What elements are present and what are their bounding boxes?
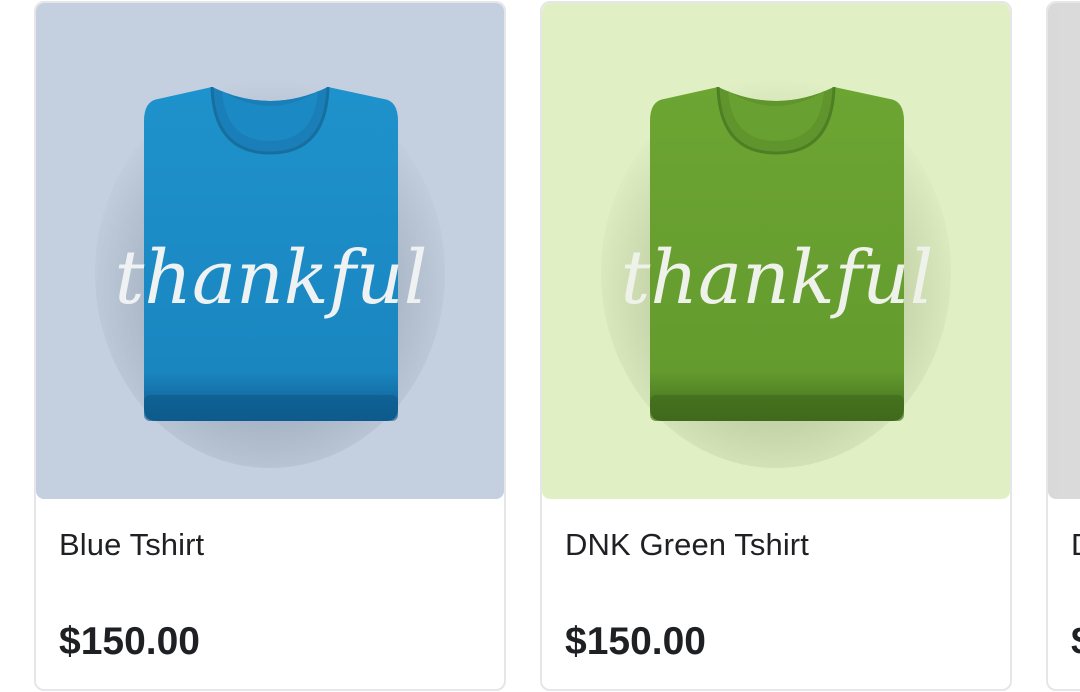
print-text: thankful: [621, 235, 934, 321]
product-title[interactable]: Blue Tshirt: [59, 527, 204, 563]
product-image[interactable]: [1048, 3, 1080, 499]
product-price: $150.00: [565, 620, 706, 663]
product-card-dnk-green-tshirt[interactable]: thankful DNK Green Tshirt $150.00: [540, 1, 1012, 691]
image-background: [1048, 3, 1080, 499]
folded-tshirt-image: thankful: [542, 3, 1010, 499]
product-image-placeholder: [1048, 3, 1080, 499]
product-grid: thankful Blue Tshirt $150.00 thankful DN…: [0, 0, 1080, 692]
product-title[interactable]: D: [1071, 527, 1080, 563]
product-price: $150.00: [59, 620, 200, 663]
product-card-blue-tshirt[interactable]: thankful Blue Tshirt $150.00: [34, 1, 506, 691]
product-title[interactable]: DNK Green Tshirt: [565, 527, 809, 563]
product-image[interactable]: thankful: [542, 3, 1010, 499]
folded-tshirt-image: thankful: [36, 3, 504, 499]
product-card-partial[interactable]: D $: [1046, 1, 1080, 691]
print-text: thankful: [115, 235, 428, 321]
product-image[interactable]: thankful: [36, 3, 504, 499]
product-price: $: [1071, 620, 1080, 664]
